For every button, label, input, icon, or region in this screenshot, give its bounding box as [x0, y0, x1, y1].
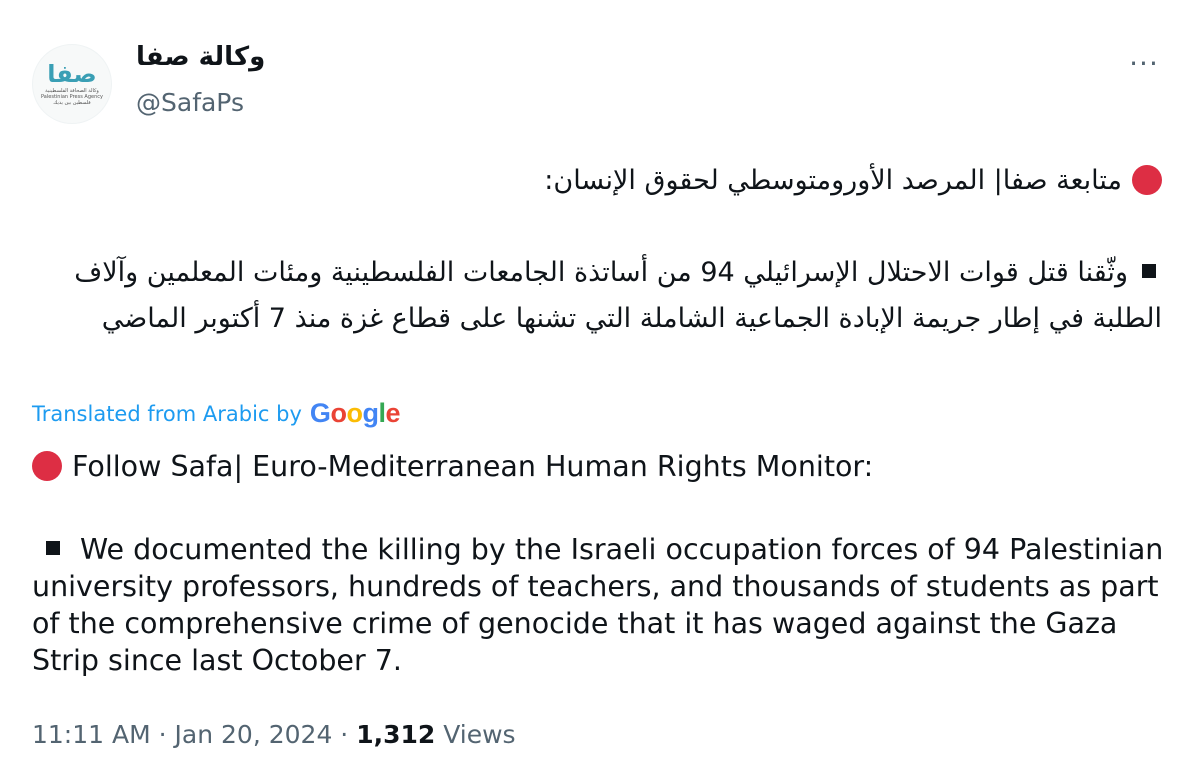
black-square-icon [46, 541, 60, 555]
tweet-original-line-2: وثّقنا قتل قوات الاحتلال الإسرائيلي 94 م… [74, 257, 1162, 334]
tweet-meta: 11:11 AM · Jan 20, 2024 · 1,312 Views [32, 720, 516, 749]
black-square-icon [1142, 263, 1156, 278]
google-logo: Google [309, 398, 401, 428]
avatar[interactable]: صفا وكالة الصحافة الفلسطينية Palestinian… [32, 44, 112, 124]
tweet-original-paragraph-1: متابعة صفا| المرصد الأورومتوسطي لحقوق ال… [22, 158, 1162, 204]
views-count: 1,312 [356, 720, 436, 749]
avatar-logo-subtext: وكالة الصحافة الفلسطينية Palestinian Pre… [41, 88, 103, 106]
author-display-name[interactable]: وكالة صفا [136, 42, 265, 72]
tweet-translation-paragraph-1: Follow Safa| Euro-Mediterranean Human Ri… [32, 448, 1172, 485]
red-circle-icon [32, 451, 62, 481]
meta-separator: · [158, 720, 167, 749]
tweet-date[interactable]: Jan 20, 2024 [175, 720, 333, 749]
red-circle-icon [1132, 164, 1162, 195]
translated-label: Translated from Arabic by [32, 401, 302, 426]
meta-separator: · [340, 720, 349, 749]
avatar-logo-text: صفا [47, 60, 97, 88]
translation-attribution[interactable]: Translated from Arabic by Google [32, 398, 400, 429]
author-handle[interactable]: @SafaPs [136, 88, 244, 117]
views-label: Views [443, 720, 516, 749]
tweet-time[interactable]: 11:11 AM [32, 720, 151, 749]
tweet-translation-line-1: Follow Safa| Euro-Mediterranean Human Ri… [72, 450, 874, 483]
tweet-translation-line-2: We documented the killing by the Israeli… [32, 533, 1164, 677]
tweet-original-paragraph-2: وثّقنا قتل قوات الاحتلال الإسرائيلي 94 م… [22, 250, 1162, 342]
tweet-translation-paragraph-2: We documented the killing by the Israeli… [32, 531, 1172, 679]
more-icon[interactable]: ··· [1124, 50, 1164, 78]
tweet-original-line-1: متابعة صفا| المرصد الأورومتوسطي لحقوق ال… [544, 165, 1122, 196]
